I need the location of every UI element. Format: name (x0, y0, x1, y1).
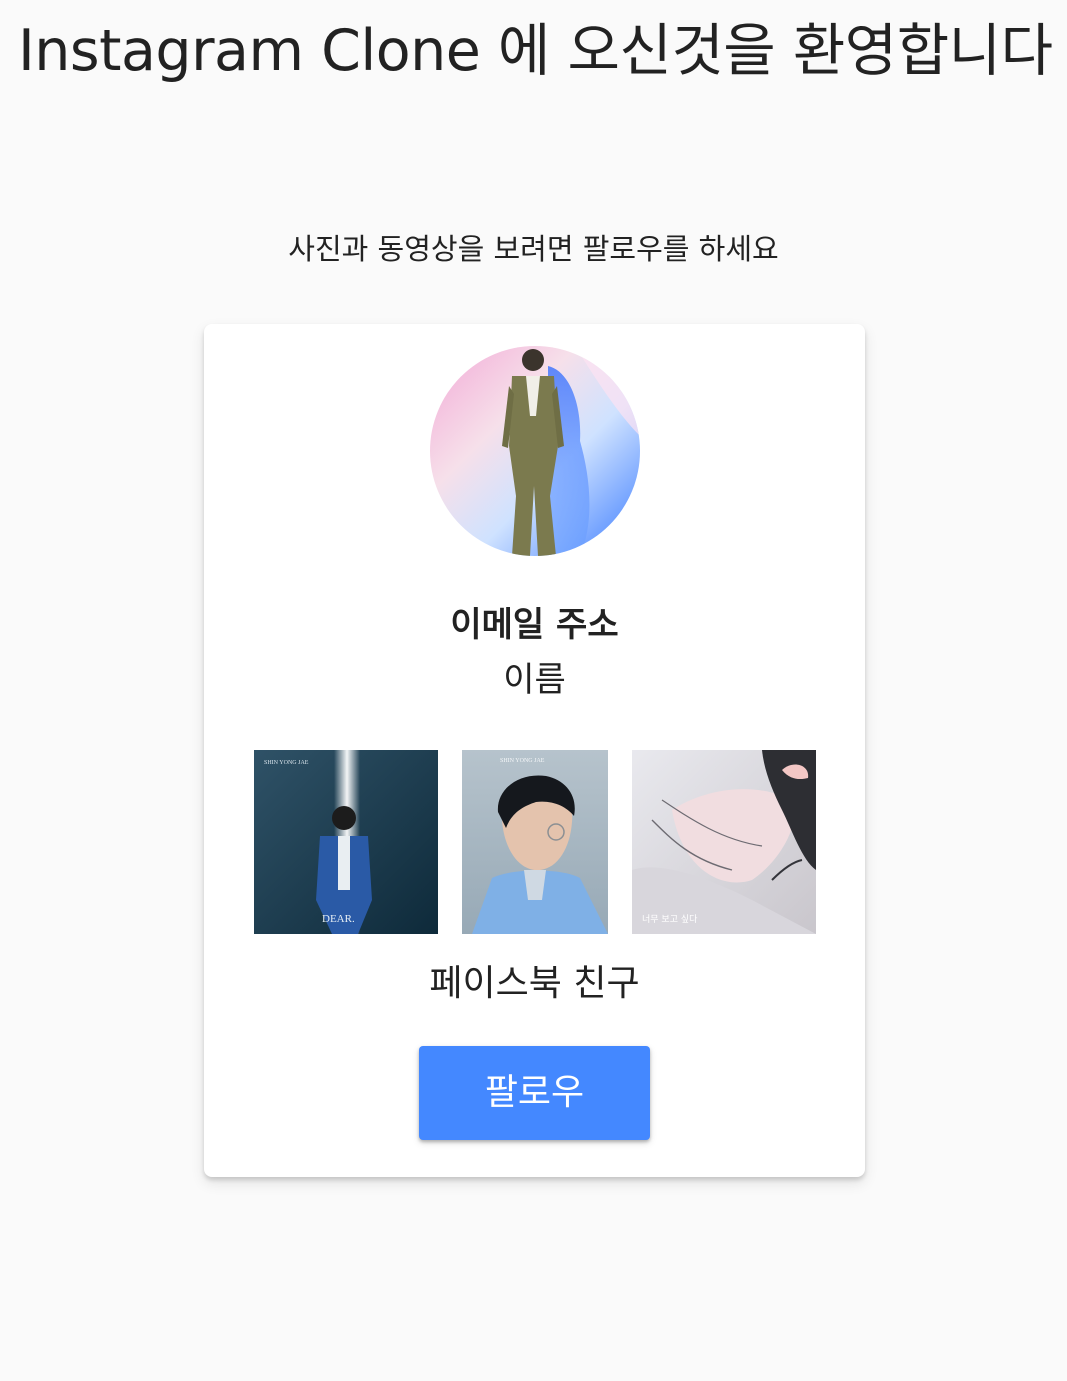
photo-thumbnail[interactable]: SHIN YONG JAE DEAR. (254, 750, 438, 934)
album-cover-portrait: SHIN YONG JAE (462, 750, 608, 934)
page-subtitle: 사진과 동영상을 보려면 팔로우를 하세요 (288, 232, 779, 266)
album-caption-text: DEAR. (322, 913, 355, 925)
profile-card: 이메일 주소 이름 SHIN YONG JAE DEAR. SHIN YONG … (204, 324, 865, 1177)
profile-email: 이메일 주소 (450, 605, 619, 645)
friends-label: 페이스북 친구 (429, 963, 640, 1004)
album-cover-illustration: 너무 보고 싶다 (632, 750, 816, 934)
follow-button[interactable]: 팔로우 (419, 1046, 650, 1140)
welcome-page: Instagram Clone 에 오신것을 환영합니다 사진과 동영상을 보려… (0, 0, 1067, 1381)
profile-avatar[interactable] (430, 346, 640, 556)
photo-thumbnail[interactable]: SHIN YONG JAE (462, 750, 608, 934)
photo-thumbnail[interactable]: 너무 보고 싶다 (632, 750, 816, 934)
album-caption-text: 너무 보고 싶다 (642, 914, 698, 925)
page-title: Instagram Clone 에 오신것을 환영합니다 (18, 18, 1053, 84)
album-title-text: SHIN YONG JAE (264, 760, 309, 766)
avatar-photo (430, 346, 640, 556)
album-title-text: SHIN YONG JAE (500, 758, 545, 764)
profile-name: 이름 (503, 660, 566, 700)
album-cover-dear: SHIN YONG JAE DEAR. (254, 750, 438, 934)
